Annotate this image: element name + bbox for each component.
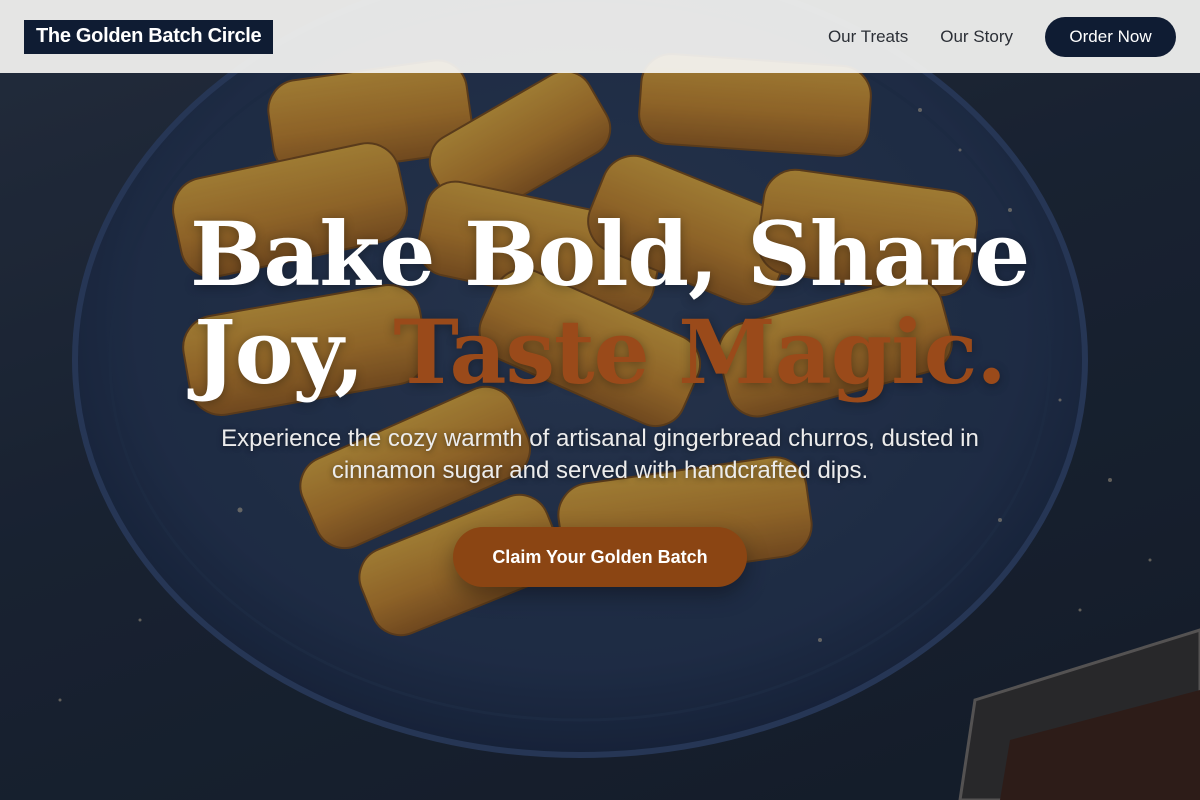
hero-subheading: Experience the cozy warmth of artisanal … [221, 425, 979, 484]
headline-line-2: Joy, Taste Magic. [190, 303, 1010, 401]
nav-link-our-treats[interactable]: Our Treats [828, 27, 908, 47]
nav-link-our-story[interactable]: Our Story [940, 27, 1013, 47]
claim-golden-batch-button[interactable]: Claim Your Golden Batch [453, 527, 747, 587]
page: The Golden Batch Circle Our Treats Our S… [0, 0, 1200, 800]
headline-plain-text: Joy, [194, 300, 394, 404]
site-header: The Golden Batch Circle Our Treats Our S… [0, 0, 1200, 73]
headline-accent-text: Taste Magic. [393, 300, 1007, 404]
hero-section: Bake Bold, Share Joy, Taste Magic. Exper… [0, 205, 1200, 587]
hero-headline: Bake Bold, Share Joy, Taste Magic. [190, 202, 1030, 401]
order-now-button[interactable]: Order Now [1045, 16, 1176, 57]
main-nav: Our Treats Our Story Order Now [828, 16, 1176, 57]
headline-line-1: Bake Bold, Share [190, 202, 1030, 306]
brand-logo[interactable]: The Golden Batch Circle [24, 19, 274, 54]
